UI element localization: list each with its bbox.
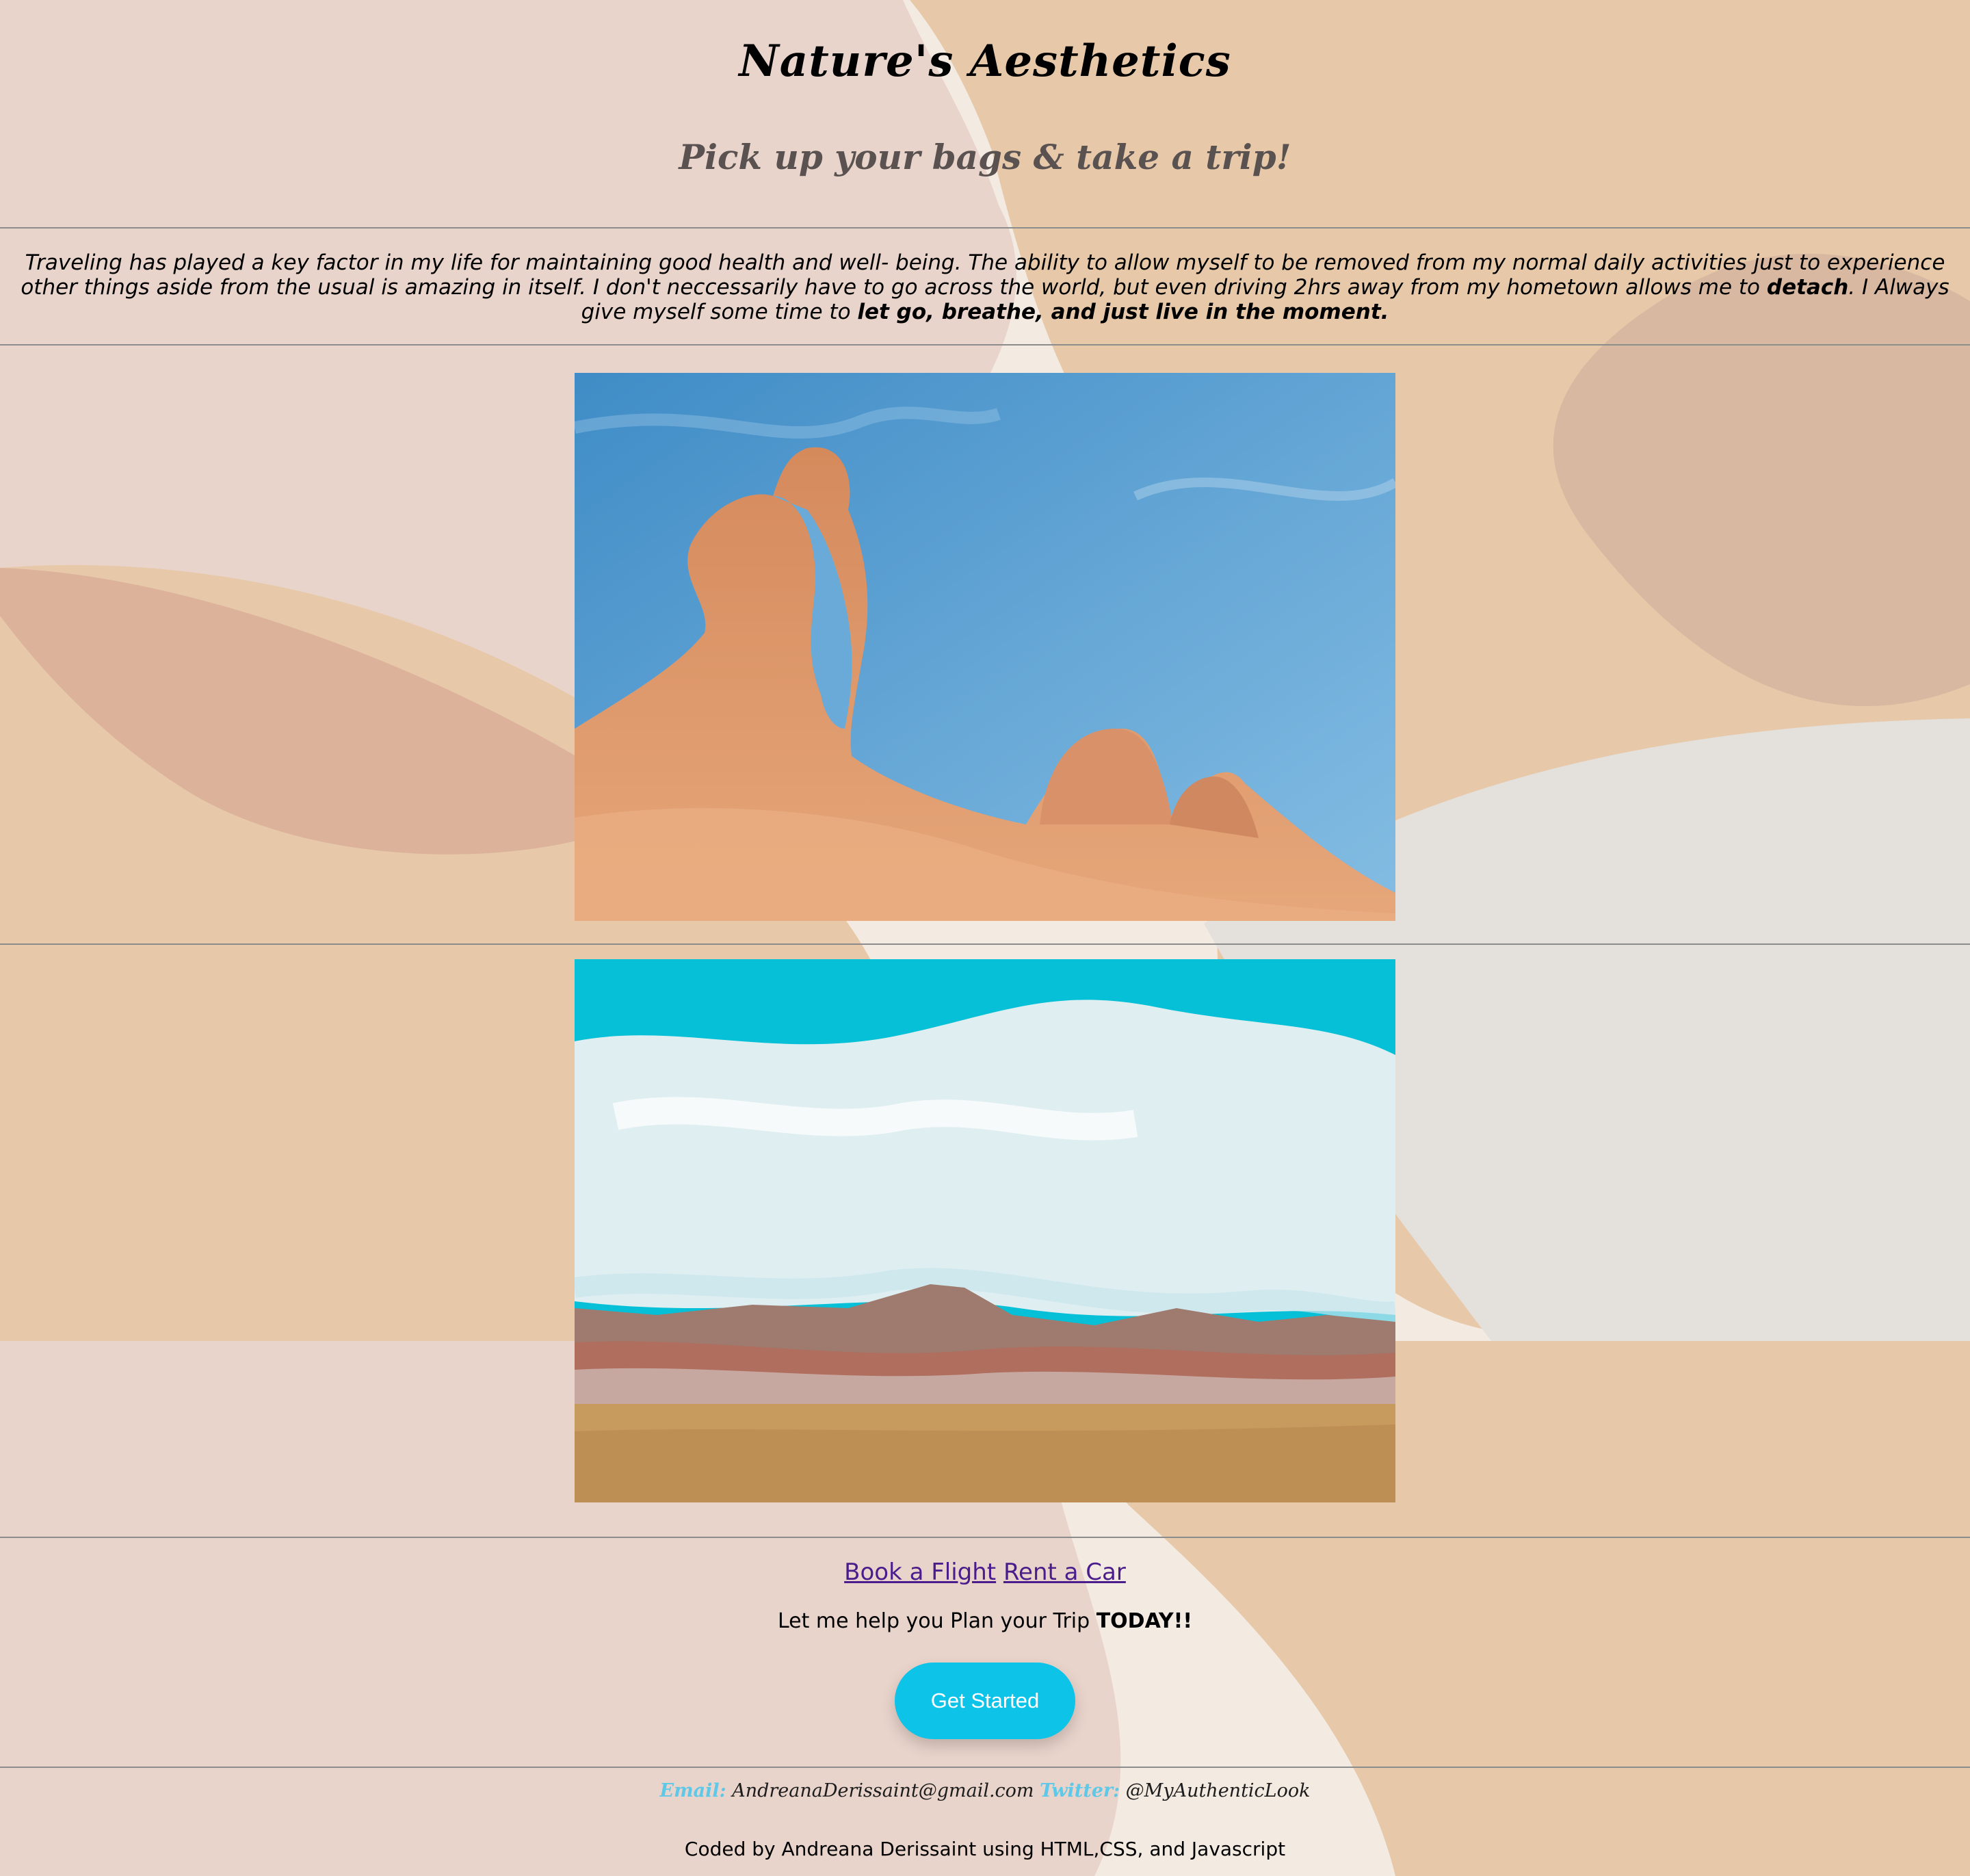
divider: [0, 943, 1970, 945]
desert-photo: [575, 959, 1395, 1502]
divider: [0, 344, 1970, 346]
travel-links: Book a Flight Rent a Car: [0, 1559, 1970, 1586]
arch-photo: [575, 373, 1395, 921]
twitter-value: @MyAuthenticLook: [1125, 1780, 1311, 1801]
intro-bold-let-go: let go, breathe, and just live in the mo…: [857, 300, 1389, 324]
cta-text: Let me help you Plan your Trip TODAY!!: [0, 1609, 1970, 1633]
email-label: Email:: [659, 1780, 726, 1801]
page-content: Nature's Aesthetics Pick up your bags & …: [0, 0, 1970, 1876]
intro-paragraph: Traveling has played a key factor in my …: [7, 250, 1963, 324]
book-flight-link[interactable]: Book a Flight: [844, 1559, 996, 1586]
divider: [0, 1767, 1970, 1768]
footer-credit: Coded by Andreana Derissaint using HTML,…: [684, 1838, 1286, 1860]
desert-photo-image: [575, 959, 1395, 1502]
cta-text-plain: Let me help you Plan your Trip: [777, 1609, 1096, 1633]
intro-bold-detach: detach: [1766, 275, 1849, 300]
contact-line: Email: AndreanaDerissaint@gmail.com Twit…: [0, 1780, 1970, 1801]
page-subtitle: Pick up your bags & take a trip!: [679, 137, 1291, 177]
intro-text-1: Traveling has played a key factor in my …: [21, 250, 1945, 300]
cta-text-bold: TODAY!!: [1096, 1609, 1193, 1633]
arch-photo-image: [575, 373, 1395, 921]
page-title: Nature's Aesthetics: [739, 36, 1231, 87]
rent-car-link[interactable]: Rent a Car: [1003, 1559, 1126, 1586]
twitter-label: Twitter:: [1040, 1780, 1120, 1801]
divider: [0, 1537, 1970, 1538]
email-value: AndreanaDerissaint@gmail.com: [732, 1780, 1034, 1801]
divider: [0, 227, 1970, 229]
get-started-button[interactable]: Get Started: [895, 1663, 1075, 1739]
